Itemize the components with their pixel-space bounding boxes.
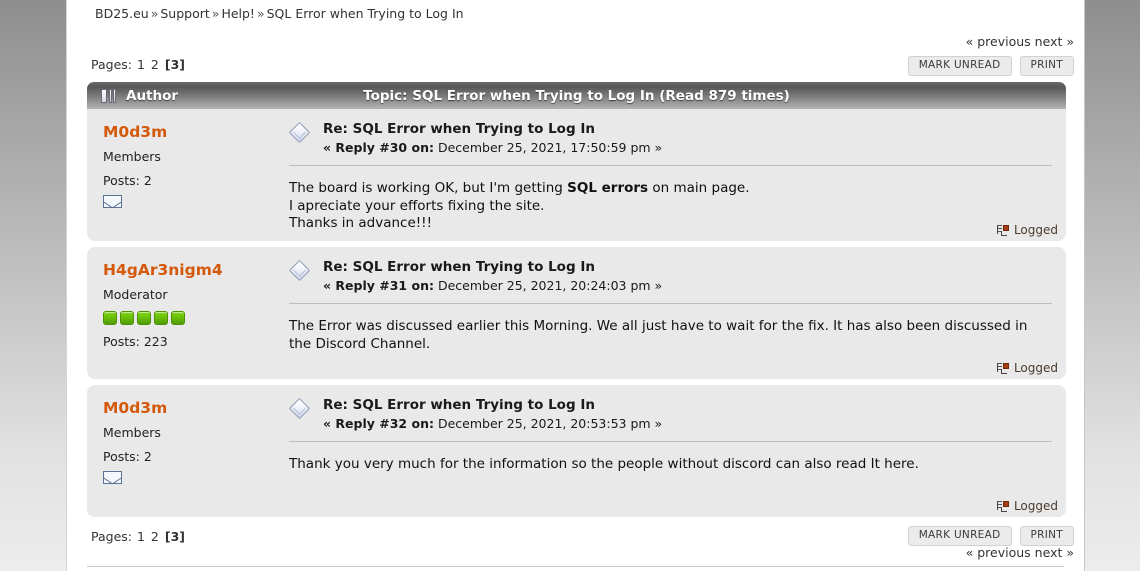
- post-row: M0d3m Members Posts: 2 Re: SQL Error whe…: [87, 109, 1066, 241]
- poster-info: M0d3m Members Posts: 2: [87, 109, 287, 241]
- breadcrumb-item-0[interactable]: BD25.eu: [95, 6, 149, 21]
- post-date: December 25, 2021, 17:50:59 pm »: [437, 140, 663, 155]
- previous-link-bottom[interactable]: « previous: [966, 545, 1031, 560]
- post-meta: « Reply #32 on: December 25, 2021, 20:53…: [323, 415, 662, 432]
- breadcrumb-separator: »: [256, 6, 265, 21]
- print-button-bottom[interactable]: PRINT: [1019, 526, 1074, 546]
- footer-divider: [87, 566, 1064, 567]
- breadcrumb-item-2[interactable]: Help!: [221, 6, 255, 21]
- prev-next-nav-bottom: « previous next »: [966, 545, 1074, 560]
- page-current: [3]: [164, 57, 185, 72]
- poster-username[interactable]: H4gAr3nigm4: [103, 261, 287, 279]
- poster-group: Moderator: [103, 287, 168, 302]
- button-strip-bottom: MARK UNREAD PRINT: [907, 526, 1074, 546]
- next-link-bottom[interactable]: next »: [1035, 545, 1074, 560]
- post-meta: « Reply #30 on: December 25, 2021, 17:50…: [323, 139, 662, 156]
- post-body: The Error was discussed earlier this Mor…: [289, 318, 1028, 352]
- pages-label: Pages:: [91, 529, 132, 544]
- topic-column-header: Topic: SQL Error when Trying to Log In (…: [363, 87, 790, 104]
- page-current: [3]: [164, 529, 185, 544]
- button-strip-top: MARK UNREAD PRINT: [907, 56, 1074, 76]
- ip-log-icon: [996, 500, 1010, 513]
- post-content: Re: SQL Error when Trying to Log In « Re…: [287, 109, 1066, 241]
- logged-indicator: Logged: [996, 361, 1058, 375]
- logged-indicator: Logged: [996, 499, 1058, 513]
- post-subject[interactable]: Re: SQL Error when Trying to Log In: [323, 397, 662, 414]
- previous-link-top[interactable]: « previous: [966, 34, 1031, 49]
- post-body: The board is working OK, but I'm getting…: [289, 180, 750, 231]
- page-link-2[interactable]: 2: [150, 57, 160, 72]
- envelope-icon[interactable]: [103, 195, 122, 208]
- logged-label: Logged: [1013, 361, 1058, 375]
- poster-rank-stars: [103, 311, 287, 325]
- topic-table-header: Author Topic: SQL Error when Trying to L…: [87, 82, 1066, 109]
- message-icon: [288, 259, 311, 282]
- post-meta: « Reply #31 on: December 25, 2021, 20:24…: [323, 277, 662, 294]
- breadcrumb-separator: »: [211, 6, 220, 21]
- post-content: Re: SQL Error when Trying to Log In « Re…: [287, 385, 1066, 517]
- message-icon: [288, 397, 311, 420]
- ip-log-icon: [996, 362, 1010, 375]
- author-header-label: Author: [126, 87, 179, 104]
- pages-label: Pages:: [91, 57, 132, 72]
- rank-star-icon: [171, 311, 185, 325]
- poster-group: Members: [103, 149, 161, 164]
- logged-label: Logged: [1013, 223, 1058, 237]
- post-subject[interactable]: Re: SQL Error when Trying to Log In: [323, 259, 662, 276]
- page-link-2[interactable]: 2: [150, 529, 160, 544]
- next-link-top[interactable]: next »: [1035, 34, 1074, 49]
- mark-unread-button-top[interactable]: MARK UNREAD: [907, 56, 1012, 76]
- page-link-1[interactable]: 1: [136, 57, 146, 72]
- mark-unread-button-bottom[interactable]: MARK UNREAD: [907, 526, 1012, 546]
- prev-next-nav-top: « previous next »: [966, 34, 1074, 49]
- poster-info: M0d3m Members Posts: 2: [87, 385, 287, 517]
- post-row: M0d3m Members Posts: 2 Re: SQL Error whe…: [87, 385, 1066, 517]
- post-subject[interactable]: Re: SQL Error when Trying to Log In: [323, 121, 662, 138]
- post-content: Re: SQL Error when Trying to Log In « Re…: [287, 247, 1066, 379]
- reply-number-label: « Reply #31 on:: [323, 278, 434, 293]
- print-button-top[interactable]: PRINT: [1019, 56, 1074, 76]
- board-icon: [101, 88, 116, 103]
- pagination-bottom: Pages: 1 2 [3]: [91, 529, 186, 544]
- poster-username[interactable]: M0d3m: [103, 123, 287, 141]
- page-content-area: BD25.eu» Support» Help!» SQL Error when Try…: [66, 0, 1085, 571]
- post-date: December 25, 2021, 20:53:53 pm »: [437, 416, 663, 431]
- reply-number-label: « Reply #32 on:: [323, 416, 434, 431]
- rank-star-icon: [120, 311, 134, 325]
- rank-star-icon: [137, 311, 151, 325]
- page-link-1[interactable]: 1: [136, 529, 146, 544]
- logged-indicator: Logged: [996, 223, 1058, 237]
- topic-table: Author Topic: SQL Error when Trying to L…: [87, 82, 1066, 523]
- breadcrumb-item-1[interactable]: Support: [160, 6, 209, 21]
- poster-username[interactable]: M0d3m: [103, 399, 287, 417]
- post-header: Re: SQL Error when Trying to Log In « Re…: [287, 259, 1052, 294]
- post-header: Re: SQL Error when Trying to Log In « Re…: [287, 121, 1052, 156]
- author-column-header: Author: [97, 88, 297, 104]
- poster-post-count: Posts: 2: [103, 173, 152, 188]
- rank-star-icon: [154, 311, 168, 325]
- logged-label: Logged: [1013, 499, 1058, 513]
- post-date: December 25, 2021, 20:24:03 pm »: [437, 278, 663, 293]
- rank-star-icon: [103, 311, 117, 325]
- envelope-icon[interactable]: [103, 471, 122, 484]
- post-header: Re: SQL Error when Trying to Log In « Re…: [287, 397, 1052, 432]
- poster-post-count: Posts: 223: [103, 334, 168, 349]
- post-row: H4gAr3nigm4 Moderator Posts: 223 Re: SQL…: [87, 247, 1066, 379]
- pagination-top: Pages: 1 2 [3]: [91, 57, 186, 72]
- poster-info: H4gAr3nigm4 Moderator Posts: 223: [87, 247, 287, 379]
- post-body: Thank you very much for the information …: [289, 456, 919, 472]
- breadcrumb-item-3[interactable]: SQL Error when Trying to Log In: [267, 6, 464, 21]
- message-icon: [288, 121, 311, 144]
- reply-number-label: « Reply #30 on:: [323, 140, 434, 155]
- poster-group: Members: [103, 425, 161, 440]
- breadcrumb-separator: »: [150, 6, 159, 21]
- breadcrumb: BD25.eu» Support» Help!» SQL Error when Try…: [95, 6, 464, 21]
- poster-post-count: Posts: 2: [103, 449, 152, 464]
- ip-log-icon: [996, 224, 1010, 237]
